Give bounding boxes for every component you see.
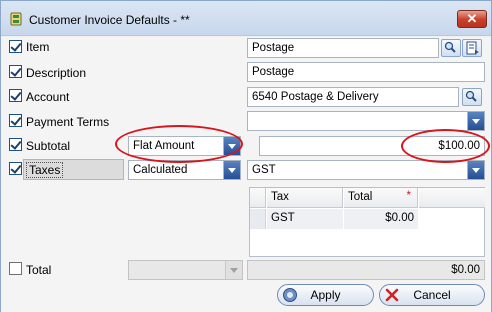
item-details-button[interactable] <box>462 39 482 57</box>
item-field[interactable]: Postage <box>247 38 439 58</box>
total-amount-field: $0.00 <box>247 260 485 280</box>
account-label: Account <box>26 90 70 104</box>
chevron-down-icon[interactable] <box>467 161 484 179</box>
grid-cell-total[interactable]: $0.00 <box>344 209 418 229</box>
grid-corner-header <box>250 188 266 208</box>
title-bar: Customer Invoice Defaults - ** ✕ <box>1 1 491 36</box>
chevron-down-icon[interactable] <box>223 161 240 179</box>
taxes-checkbox[interactable] <box>9 162 22 175</box>
payment-terms-checkbox[interactable] <box>9 114 22 127</box>
grid-header-total-label: Total <box>348 191 373 203</box>
chevron-down-icon <box>225 261 242 279</box>
grid-header-total[interactable]: Total * <box>344 188 418 208</box>
tax-code-dropdown[interactable]: GST <box>247 160 485 180</box>
apply-button[interactable]: Apply <box>277 284 374 306</box>
grid-cell-tax[interactable]: GST <box>267 209 343 229</box>
description-checkbox[interactable] <box>9 65 22 78</box>
document-list-icon <box>466 41 479 55</box>
subtotal-label: Subtotal <box>26 139 71 153</box>
total-mode-dropdown <box>128 260 243 280</box>
total-label: Total <box>26 263 52 277</box>
description-label: Description <box>26 66 87 80</box>
description-field[interactable]: Postage <box>247 62 485 82</box>
apply-icon <box>283 288 297 302</box>
tax-grid: Tax Total * GST $0.00 <box>249 187 485 257</box>
invoice-defaults-window: Customer Invoice Defaults - ** ✕ Item Po… <box>0 0 492 312</box>
row-selector[interactable] <box>250 209 266 229</box>
payment-terms-dropdown[interactable] <box>247 111 485 131</box>
payment-terms-label: Payment Terms <box>26 115 110 129</box>
item-search-button[interactable] <box>441 39 461 57</box>
cancel-button[interactable]: Cancel <box>379 284 485 306</box>
grid-header-tax[interactable]: Tax <box>267 188 343 208</box>
apply-label: Apply <box>310 288 341 302</box>
form-content: Item Postage Description Postage Account… <box>1 37 491 312</box>
cancel-label: Cancel <box>413 288 451 302</box>
account-checkbox[interactable] <box>9 89 22 102</box>
taxes-mode-dropdown[interactable]: Calculated <box>128 160 241 180</box>
annotation-ellipse-subtotal-amount <box>401 129 490 163</box>
total-checkbox[interactable] <box>9 262 22 275</box>
app-icon <box>10 12 22 26</box>
tax-code-value: GST <box>252 164 276 176</box>
taxes-label-box: Taxes <box>23 159 124 180</box>
annotation-ellipse-flat-amount <box>115 125 243 163</box>
account-field[interactable]: 6540 Postage & Delivery <box>247 87 459 107</box>
search-icon <box>465 90 477 102</box>
cancel-icon <box>385 288 399 302</box>
window-title: Customer Invoice Defaults - ** <box>29 13 190 27</box>
taxes-label: Taxes <box>26 162 64 178</box>
close-button[interactable]: ✕ <box>457 10 487 28</box>
chevron-down-icon[interactable] <box>467 112 484 130</box>
item-label: Item <box>26 40 50 54</box>
subtotal-checkbox[interactable] <box>9 138 22 151</box>
taxes-mode-value: Calculated <box>133 164 188 176</box>
item-checkbox[interactable] <box>9 40 22 53</box>
search-icon <box>444 41 456 53</box>
account-search-button[interactable] <box>462 88 482 106</box>
grid-header-filler <box>419 188 485 208</box>
required-marker: * <box>406 190 411 202</box>
